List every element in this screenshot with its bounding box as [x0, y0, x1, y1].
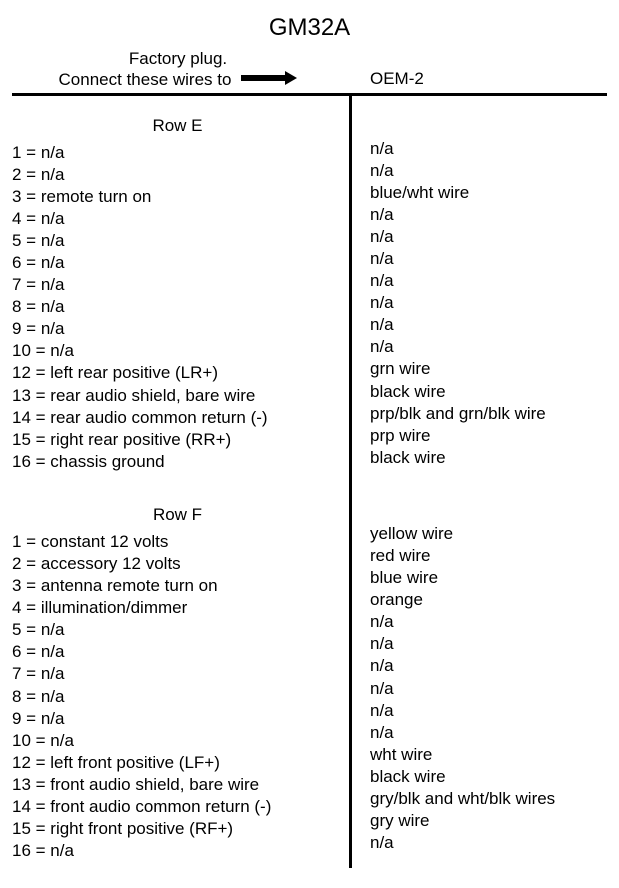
- page-title: GM32A: [12, 14, 607, 42]
- pin-row-right: blue wire: [370, 567, 601, 589]
- pin-row-right: black wire: [370, 381, 601, 403]
- pin-row-left: 5 = n/a: [12, 619, 343, 641]
- pin-row-right: n/a: [370, 336, 601, 358]
- pin-row-right: n/a: [370, 314, 601, 336]
- pin-row-left: 5 = n/a: [12, 230, 343, 252]
- pin-row-left: 14 = front audio common return (-): [12, 796, 343, 818]
- pin-row-right: prp/blk and grn/blk wire: [370, 403, 601, 425]
- pin-row-left: 1 = constant 12 volts: [12, 531, 343, 553]
- pin-row-left: 15 = right front positive (RF+): [12, 818, 343, 840]
- pin-row-right: prp wire: [370, 425, 601, 447]
- pin-row-left: 6 = n/a: [12, 641, 343, 663]
- pin-row-left: 4 = n/a: [12, 208, 343, 230]
- pin-row-right: wht wire: [370, 744, 601, 766]
- pin-row-left: 3 = remote turn on: [12, 186, 343, 208]
- pin-row-left: 7 = n/a: [12, 274, 343, 296]
- pin-row-left: 12 = left front positive (LF+): [12, 752, 343, 774]
- pin-row-left: 12 = left rear positive (LR+): [12, 362, 343, 384]
- pin-row-right: grn wire: [370, 358, 601, 380]
- pin-row-left: 9 = n/a: [12, 318, 343, 340]
- two-column-body: Row E1 = n/a2 = n/a3 = remote turn on4 =…: [12, 96, 607, 869]
- pin-row-left: 8 = n/a: [12, 686, 343, 708]
- pin-row-left: 2 = n/a: [12, 164, 343, 186]
- pin-row-right: orange: [370, 589, 601, 611]
- column-oem2: n/an/ablue/wht wiren/an/an/an/an/an/an/a…: [352, 96, 607, 869]
- pin-row-left: 2 = accessory 12 volts: [12, 553, 343, 575]
- column-factory: Row E1 = n/a2 = n/a3 = remote turn on4 =…: [12, 96, 352, 869]
- pin-row-right: n/a: [370, 633, 601, 655]
- section-header: Row F: [12, 505, 343, 525]
- pin-row-right: n/a: [370, 700, 601, 722]
- pin-row-right: n/a: [370, 270, 601, 292]
- pin-row-left: 16 = chassis ground: [12, 451, 343, 473]
- pin-row-right: n/a: [370, 292, 601, 314]
- pin-row-right: n/a: [370, 678, 601, 700]
- pin-row-left: 1 = n/a: [12, 142, 343, 164]
- header-right-label: OEM-2: [352, 69, 607, 91]
- pin-row-left: 7 = n/a: [12, 663, 343, 685]
- pin-row-left: 4 = illumination/dimmer: [12, 597, 343, 619]
- pin-row-left: 3 = antenna remote turn on: [12, 575, 343, 597]
- header-left: Factory plug. Connect these wires to: [12, 48, 352, 91]
- section-header-spacer: [370, 495, 601, 523]
- pin-row-left: 16 = n/a: [12, 840, 343, 862]
- pin-row-left: 10 = n/a: [12, 340, 343, 362]
- pin-row-left: 9 = n/a: [12, 708, 343, 730]
- pin-row-right: n/a: [370, 832, 601, 854]
- pin-row-left: 15 = right rear positive (RR+): [12, 429, 343, 451]
- wiring-sheet: GM32A Factory plug. Connect these wires …: [0, 0, 619, 888]
- pin-row-right: n/a: [370, 722, 601, 744]
- pin-row-right: n/a: [370, 226, 601, 248]
- pin-row-left: 8 = n/a: [12, 296, 343, 318]
- pin-row-right: red wire: [370, 545, 601, 567]
- pin-row-left: 6 = n/a: [12, 252, 343, 274]
- section-header-spacer: [370, 110, 601, 138]
- pin-row-right: black wire: [370, 766, 601, 788]
- header-left-line2: Connect these wires to: [59, 69, 232, 90]
- header-block: Factory plug. Connect these wires to OEM…: [12, 48, 607, 91]
- pin-row-right: gry wire: [370, 810, 601, 832]
- pin-row-left: 13 = front audio shield, bare wire: [12, 774, 343, 796]
- pin-row-left: 14 = rear audio common return (-): [12, 407, 343, 429]
- pin-row-right: gry/blk and wht/blk wires: [370, 788, 601, 810]
- pin-row-right: n/a: [370, 160, 601, 182]
- pin-row-right: n/a: [370, 204, 601, 226]
- arrow-right-icon: [241, 69, 297, 90]
- pin-row-right: black wire: [370, 447, 601, 469]
- pin-row-right: yellow wire: [370, 523, 601, 545]
- pin-row-right: blue/wht wire: [370, 182, 601, 204]
- pin-row-right: n/a: [370, 611, 601, 633]
- section-header: Row E: [12, 116, 343, 136]
- pin-row-left: 10 = n/a: [12, 730, 343, 752]
- pin-row-left: 13 = rear audio shield, bare wire: [12, 385, 343, 407]
- header-left-line1: Factory plug.: [12, 48, 344, 69]
- pin-row-right: n/a: [370, 138, 601, 160]
- pin-row-right: n/a: [370, 248, 601, 270]
- pin-row-right: n/a: [370, 655, 601, 677]
